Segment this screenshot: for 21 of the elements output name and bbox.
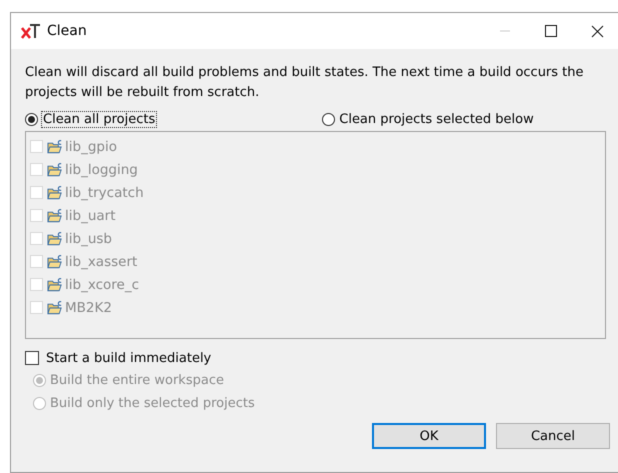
project-folder-icon [47, 208, 63, 223]
checkbox-label[interactable]: Start a build immediately [46, 350, 212, 366]
radio-button[interactable] [322, 112, 336, 126]
project-folder-icon [47, 254, 63, 269]
description-text: Clean will discard all build problems and built states. The next time a build occurs the projects will be rebuilt from scratch. [25, 64, 585, 102]
project-folder-icon [47, 162, 63, 177]
project-folder-icon [47, 185, 63, 200]
radio-label[interactable]: Clean all projects [42, 112, 156, 126]
project-folder-icon [47, 300, 63, 315]
close-icon[interactable] [590, 24, 604, 38]
project-folder-icon [47, 277, 63, 292]
maximize-icon[interactable] [545, 25, 557, 37]
checkbox[interactable] [25, 351, 39, 365]
app-logo-icon [21, 23, 41, 39]
ok-button[interactable]: OK [372, 423, 486, 449]
window-title: Clean [47, 23, 88, 39]
radio-button[interactable] [25, 112, 38, 126]
cancel-button[interactable]: Cancel [496, 423, 610, 449]
radio-label[interactable]: Clean projects selected below [339, 112, 534, 126]
project-folder-icon [47, 139, 63, 154]
project-folder-icon [47, 231, 63, 246]
